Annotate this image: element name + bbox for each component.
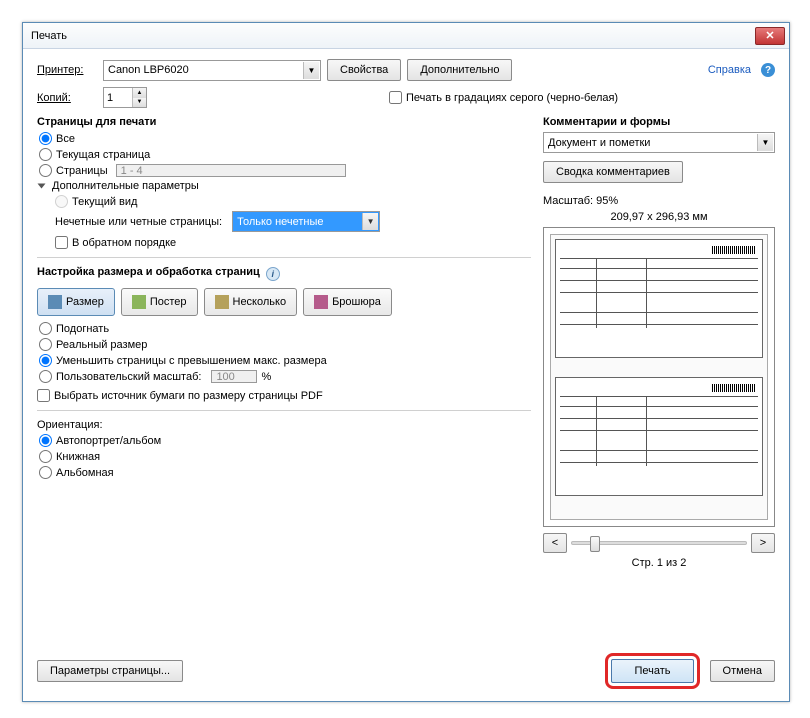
spin-up-icon[interactable]: ▲ [133,88,146,98]
dialog-footer: Параметры страницы... Печать Отмена [37,653,775,689]
custom-scale-input[interactable] [211,370,257,383]
more-options-toggle[interactable]: Дополнительные параметры [39,180,531,192]
dialog-title: Печать [31,30,755,42]
size-icon [48,295,62,309]
orientation-auto-radio[interactable]: Автопортрет/альбом [39,434,531,447]
custom-scale-radio[interactable] [39,370,52,383]
pages-group-title: Страницы для печати [37,116,531,128]
summarize-comments-button[interactable]: Сводка комментариев [543,161,683,183]
pages-current-radio[interactable]: Текущая страница [39,148,531,161]
disclosure-icon [38,184,46,189]
help-icon[interactable]: ? [761,63,775,77]
grayscale-label: Печать в градациях серого (черно-белая) [406,92,618,104]
grayscale-checkbox[interactable]: Печать в градациях серого (черно-белая) [389,91,618,104]
spin-down-icon[interactable]: ▼ [133,98,146,108]
barcode-icon [712,246,756,254]
dimensions-label: 209,97 x 296,93 мм [543,211,775,223]
pages-range-input[interactable] [116,164,346,177]
preview-doc-top [555,239,763,358]
close-button[interactable]: ✕ [755,27,785,45]
sizing-segments: Размер Постер Несколько Брошюра [37,288,531,316]
shrink-radio[interactable]: Уменьшить страницы с превышением макс. р… [39,354,531,367]
orientation-landscape-radio[interactable]: Альбомная [39,466,531,479]
spinner-buttons: ▲ ▼ [132,88,146,107]
copies-row: Копий: ▲ ▼ Печать в градациях серого (че… [37,87,775,108]
odd-even-row: Нечетные или четные страницы: Только неч… [55,211,531,232]
preview-pane [543,227,775,527]
orientation-portrait-radio[interactable]: Книжная [39,450,531,463]
chevron-down-icon: ▼ [362,213,378,230]
printer-row: Принтер: Canon LBP6020 ▼ Свойства Дополн… [37,59,775,81]
barcode-icon [712,384,756,392]
pages-all-radio[interactable]: Все [39,132,531,145]
print-highlight: Печать [605,653,699,689]
dialog-content: Принтер: Canon LBP6020 ▼ Свойства Дополн… [23,49,789,579]
next-page-button[interactable]: > [751,533,775,553]
printer-select[interactable]: Canon LBP6020 ▼ [103,60,321,81]
actual-size-radio[interactable]: Реальный размер [39,338,531,351]
properties-button[interactable]: Свойства [327,59,401,81]
multiple-tab[interactable]: Несколько [204,288,298,316]
chevron-down-icon: ▼ [303,62,319,79]
booklet-icon [314,295,328,309]
cancel-button[interactable]: Отмена [710,660,775,682]
left-column: Страницы для печати Все Текущая страница… [37,116,531,569]
poster-tab[interactable]: Постер [121,288,198,316]
prev-page-button[interactable]: < [543,533,567,553]
printer-label: Принтер: [37,64,97,76]
printer-value: Canon LBP6020 [108,64,189,76]
odd-even-select[interactable]: Только нечетные ▼ [232,211,380,232]
main-columns: Страницы для печати Все Текущая страница… [37,116,775,569]
pages-range-radio[interactable] [39,164,52,177]
titlebar: Печать ✕ [23,23,789,49]
orientation-title: Ориентация: [37,419,531,431]
poster-icon [132,295,146,309]
slider-thumb[interactable] [590,536,600,552]
fit-radio[interactable]: Подогнать [39,322,531,335]
preview-doc-bottom [555,377,763,496]
comments-select[interactable]: Документ и пометки ▼ [543,132,775,153]
pages-range-row: Страницы [39,164,531,177]
comments-group-title: Комментарии и формы [543,116,775,128]
scale-label: Масштаб: 95% [543,195,775,207]
page-setup-button[interactable]: Параметры страницы... [37,660,183,682]
help-link[interactable]: Справка [708,64,751,76]
close-icon: ✕ [765,29,774,42]
preview-page [550,234,768,520]
copies-label: Копий: [37,92,97,104]
page-slider[interactable] [571,541,747,545]
right-column: Комментарии и формы Документ и пометки ▼… [543,116,775,569]
sizing-group-title: Настройка размера и обработка страниц [37,266,260,278]
pages-range-label: Страницы [56,165,108,177]
choose-source-checkbox[interactable]: Выбрать источник бумаги по размеру стран… [37,389,531,402]
size-tab[interactable]: Размер [37,288,115,316]
reverse-order-checkbox[interactable]: В обратном порядке [55,236,531,249]
chevron-down-icon: ▼ [757,134,773,151]
preview-nav: < > [543,533,775,553]
info-icon[interactable]: i [266,267,280,281]
multiple-icon [215,295,229,309]
copies-input[interactable] [104,88,132,107]
odd-even-label: Нечетные или четные страницы: [55,216,222,228]
print-button[interactable]: Печать [611,659,693,683]
advanced-button[interactable]: Дополнительно [407,59,512,81]
custom-scale-row: Пользовательский масштаб: % [39,370,531,383]
booklet-tab[interactable]: Брошюра [303,288,392,316]
page-counter: Стр. 1 из 2 [543,557,775,569]
grayscale-check[interactable] [389,91,402,104]
print-dialog: Печать ✕ Принтер: Canon LBP6020 ▼ Свойст… [22,22,790,702]
current-view-radio[interactable]: Текущий вид [55,195,531,208]
copies-spinner[interactable]: ▲ ▼ [103,87,147,108]
